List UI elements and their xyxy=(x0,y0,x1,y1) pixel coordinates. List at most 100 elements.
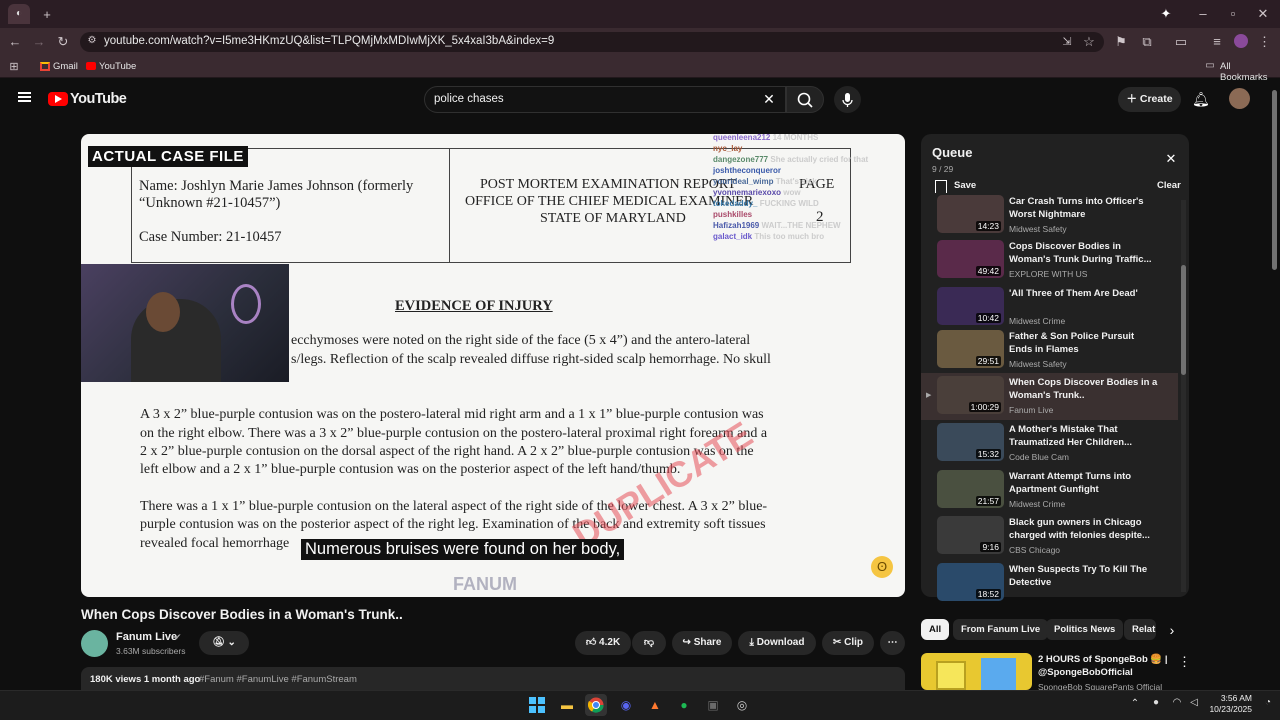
plus-icon: ＋ xyxy=(1126,93,1140,105)
more-actions-button[interactable]: ⋯ xyxy=(880,631,905,655)
share-button[interactable]: ↪ Share xyxy=(672,631,732,655)
chat-line: joshtheconqueror xyxy=(713,166,782,175)
discord-icon[interactable]: ◉ xyxy=(615,694,637,716)
media-icon[interactable]: ≡ xyxy=(1210,34,1224,49)
queue-item[interactable]: 10:42 'All Three of Them Are Dead' Midwest… xyxy=(937,287,1173,327)
apps-icon[interactable]: ⊞ xyxy=(8,60,20,73)
reload-icon[interactable]: ↻ xyxy=(56,34,70,50)
chip-from-fanum[interactable]: From Fanum Live xyxy=(953,619,1049,640)
queue-duration: 29:51 xyxy=(975,356,1001,366)
tray-chevron-icon[interactable]: ⌃ xyxy=(1130,698,1140,709)
queue-scrollbar[interactable] xyxy=(1181,200,1186,592)
new-tab-icon[interactable]: + xyxy=(40,7,54,22)
queue-item-channel: CBS Chicago xyxy=(1009,545,1061,555)
queue-item[interactable]: 15:32 A Mother's Mistake That Traumatized… xyxy=(937,423,1173,463)
subscribed-bell-button[interactable]: 🔕︎ ⌄ xyxy=(199,631,249,655)
more-icon: ⋯ xyxy=(887,637,898,648)
sidepanel-icon[interactable]: ▭ xyxy=(1174,34,1188,50)
queue-save[interactable]: Save xyxy=(954,180,976,191)
queue-clear[interactable]: Clear xyxy=(1157,180,1181,191)
spotify-icon[interactable]: ● xyxy=(673,694,695,716)
bell-off-icon: 🔕︎ xyxy=(212,637,225,648)
doc-name-2: “Unknown #21-10457”) xyxy=(139,195,281,211)
maximize-icon[interactable]: ▫ xyxy=(1226,6,1240,21)
extension-icon[interactable]: ⚑ xyxy=(1114,34,1128,50)
subscriber-count: 3.63M subscribers xyxy=(116,646,186,656)
search-icon xyxy=(797,92,813,108)
folder-icon: ▭ xyxy=(1205,60,1215,71)
voice-search-button[interactable] xyxy=(834,86,861,113)
queue-item[interactable]: 49:42 Cops Discover Bodies in Woman's Tru… xyxy=(937,240,1173,280)
notifications-bell-icon[interactable]: 🔔︎ xyxy=(1192,91,1210,108)
notification-center-icon[interactable]: ◔ xyxy=(1262,697,1274,708)
channel-name[interactable]: Fanum Live xyxy=(116,631,177,643)
clock[interactable]: 3:56 AM 10/23/2025 xyxy=(1206,693,1252,715)
close-window-icon[interactable]: ✕ xyxy=(1256,6,1270,22)
recommendation-menu-icon[interactable]: ⋮ xyxy=(1178,654,1191,670)
queue-item[interactable]: 21:57 Warrant Attempt Turns into Apartmen… xyxy=(937,470,1173,510)
queue-item[interactable]: 9:16 Black gun owners in Chicago charged … xyxy=(937,516,1173,556)
puzzle-icon[interactable]: ⧉ xyxy=(1140,34,1154,50)
bookmark-youtube[interactable]: YouTube xyxy=(99,61,136,72)
queue-item-channel: Midwest Crime xyxy=(1009,316,1066,326)
like-button[interactable]: 👍︎ 4.2K xyxy=(575,631,631,655)
clip-button[interactable]: ✂ Clip xyxy=(822,631,874,655)
youtube-logo-icon[interactable] xyxy=(48,92,68,106)
account-avatar[interactable] xyxy=(1229,88,1250,109)
queue-item[interactable]: 18:52 When Suspects Try To Kill The Detec… xyxy=(937,563,1173,603)
profile-avatar[interactable] xyxy=(1234,34,1248,48)
volume-icon[interactable]: ◁ xyxy=(1188,697,1200,708)
create-button[interactable]: ＋ Create xyxy=(1118,87,1181,112)
hamburger-icon[interactable] xyxy=(18,92,31,102)
app-icon-3[interactable]: ◎ xyxy=(731,694,753,716)
chip-all[interactable]: All xyxy=(921,619,950,640)
forward-icon[interactable]: → xyxy=(32,34,46,49)
clear-search-icon[interactable]: ✕ xyxy=(762,91,776,108)
queue-item[interactable]: 14:23 Car Crash Turns into Officer's Wors… xyxy=(937,195,1173,234)
doc-p3b: purple contusion was on the posterior as… xyxy=(140,517,766,532)
chip-politics[interactable]: Politics News xyxy=(1046,619,1124,640)
dislike-button[interactable]: 👎︎ xyxy=(632,631,666,655)
download-button[interactable]: ⤓ Download xyxy=(738,631,816,655)
queue-thumbnail: 15:32 xyxy=(937,423,1004,461)
queue-duration: 15:32 xyxy=(975,449,1001,459)
recommendation-thumbnail[interactable] xyxy=(921,653,1032,690)
doc-p2d: left elbow and a 2 x 1” blue-purple cont… xyxy=(140,462,681,477)
app-icon-2[interactable]: ▣ xyxy=(702,694,724,716)
app-icon[interactable]: ▲ xyxy=(644,694,666,716)
hashtags[interactable]: #Fanum #FanumLive #FanumStream xyxy=(199,674,357,685)
file-explorer-icon[interactable]: ▬ xyxy=(556,694,578,716)
back-icon[interactable]: ← xyxy=(8,34,22,49)
search-button[interactable] xyxy=(786,86,824,113)
queue-thumbnail: 10:42 xyxy=(937,287,1004,325)
close-queue-icon[interactable]: ✕ xyxy=(1164,151,1178,167)
menu-icon[interactable]: ⋮ xyxy=(1258,34,1271,50)
queue-item[interactable]: 29:51 Father & Son Police Pursuit Ends in… xyxy=(937,330,1173,370)
queue-thumbnail: 1:00:29 xyxy=(937,376,1004,414)
recommendation-title[interactable]: 2 HOURS of SpongeBob 🍔 | @SpongeBobOffic… xyxy=(1038,653,1168,679)
site-info-icon[interactable]: ⚙ xyxy=(86,35,98,46)
youtube-logo-text[interactable]: YouTube xyxy=(70,91,127,107)
doc-header-3: STATE OF MARYLAND xyxy=(540,211,686,226)
save-icon[interactable] xyxy=(935,180,947,193)
chrome-icon[interactable] xyxy=(585,694,607,716)
browser-tab[interactable]: ◐ xyxy=(8,4,30,24)
doc-section-title: EVIDENCE OF INJURY xyxy=(395,298,553,314)
windows-start-icon[interactable] xyxy=(526,694,548,716)
chip-related[interactable]: Relat xyxy=(1124,619,1156,640)
channel-avatar[interactable] xyxy=(81,630,108,657)
queue-item[interactable]: 1:00:29 When Cops Discover Bodies in a Wo… xyxy=(937,376,1173,416)
doc-p1b: s/legs. Reflection of the scalp revealed… xyxy=(291,352,771,367)
install-icon[interactable]: ⇲ xyxy=(1060,35,1074,48)
queue-item-title: Warrant Attempt Turns into Apartment Gun… xyxy=(1009,471,1132,495)
gemini-icon[interactable]: ✦ xyxy=(1158,6,1174,22)
mic-tray-icon[interactable]: ● xyxy=(1150,697,1162,708)
page-scrollbar[interactable] xyxy=(1272,90,1277,270)
bookmark-gmail[interactable]: Gmail xyxy=(53,61,78,72)
wifi-icon[interactable]: ◠ xyxy=(1170,697,1184,708)
chips-next-icon[interactable]: › xyxy=(1166,622,1178,638)
queue-duration: 49:42 xyxy=(975,266,1001,276)
bookmark-star-icon[interactable]: ☆ xyxy=(1082,34,1096,50)
doc-p2b: on the right elbow. There was a 3 x 2” b… xyxy=(140,426,768,441)
minimize-icon[interactable]: – xyxy=(1196,6,1210,21)
